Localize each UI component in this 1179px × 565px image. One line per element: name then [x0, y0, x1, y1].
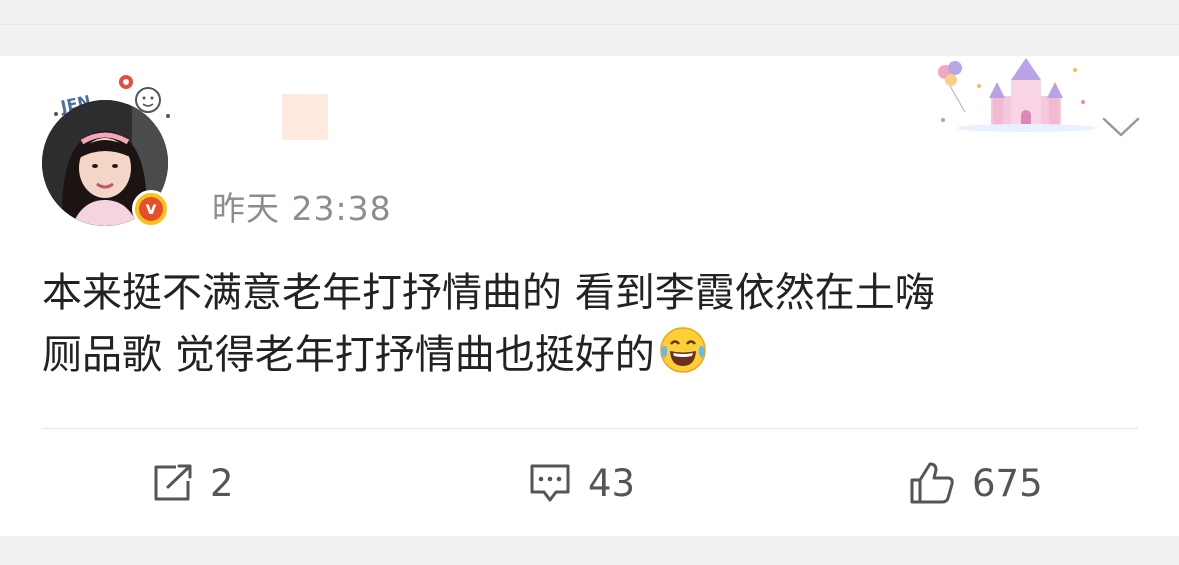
like-button[interactable]: 675	[908, 455, 1043, 511]
top-separator	[0, 24, 1179, 25]
post-text-line-1: 本来挺不满意老年打抒情曲的 看到李霞依然在土嗨	[42, 270, 935, 316]
redaction-block	[282, 94, 328, 140]
thumbs-up-icon	[910, 462, 954, 504]
repost-button[interactable]: 2	[152, 455, 234, 511]
post-text: 本来挺不满意老年打抒情曲的 看到李霞依然在土嗨 厕品歌 觉得老年打抒情曲也挺好的	[42, 262, 1142, 386]
post-text-line-2: 厕品歌 觉得老年打抒情曲也挺好的	[42, 332, 655, 378]
comment-button[interactable]: 43	[528, 455, 635, 511]
author-avatar-area[interactable]: JEN v	[42, 70, 174, 230]
repost-count: 2	[210, 461, 234, 505]
laughing-tears-emoji-icon	[659, 327, 706, 373]
redaction-strip	[188, 144, 358, 154]
post-timestamp: 昨天 23:38	[212, 189, 392, 228]
bottom-band	[0, 536, 1179, 565]
like-count: 675	[972, 461, 1043, 505]
repost-icon	[154, 464, 192, 501]
verified-badge-icon: v	[132, 190, 170, 228]
comment-count: 43	[588, 461, 636, 505]
castle-decoration-icon	[938, 58, 1095, 132]
comment-icon	[530, 464, 570, 502]
author-name-redacted[interactable]	[180, 94, 370, 156]
chevron-down-icon[interactable]	[1102, 116, 1140, 138]
top-band	[0, 0, 1179, 56]
verified-badge-letter: v	[139, 197, 163, 221]
action-divider	[42, 428, 1138, 429]
